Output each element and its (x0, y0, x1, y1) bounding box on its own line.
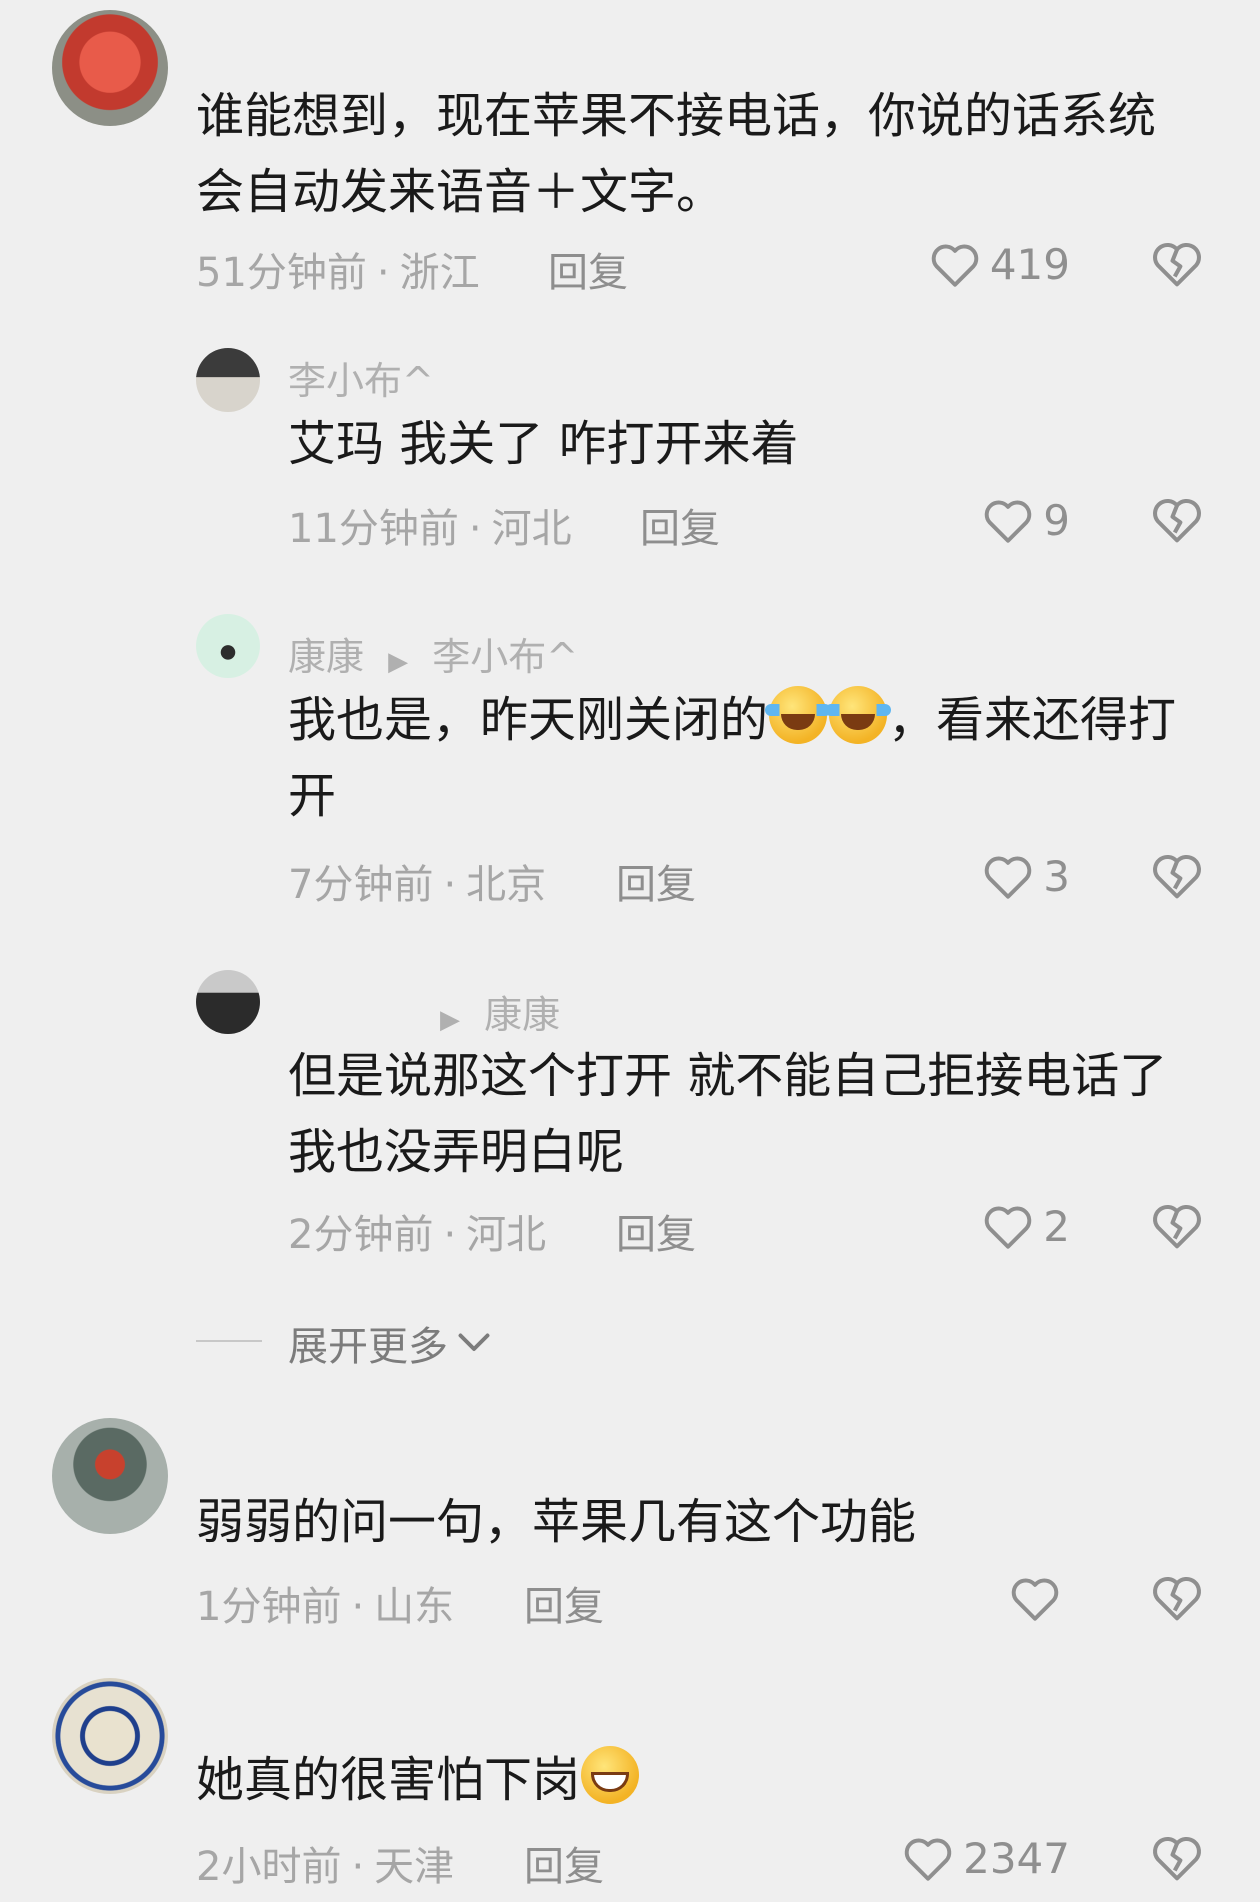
avatar[interactable] (52, 1418, 168, 1534)
reply-arrow-icon: ▶ (388, 647, 409, 677)
broken-heart-icon[interactable] (1150, 1832, 1204, 1882)
comment-location: 浙江 (399, 250, 480, 296)
comment-meta: 11分钟前 · 河北 (288, 506, 572, 552)
avatar[interactable] (52, 1678, 168, 1794)
comment-meta: 2小时前 · 天津 (196, 1844, 455, 1890)
heart-outline-icon (904, 1838, 952, 1881)
comment-text: 我也是，昨天刚关闭的 ，看来还得打开 (288, 682, 1200, 834)
comment-location: 天津 (374, 1844, 455, 1890)
broken-heart-icon[interactable] (1150, 1200, 1204, 1250)
reply-button[interactable]: 回复 (524, 1834, 604, 1892)
reply-arrow-icon: ▶ (440, 1005, 460, 1035)
comment-location: 北京 (466, 862, 547, 908)
comment-time: 11分钟前 (288, 506, 459, 552)
expand-more-label: 展开更多 (288, 1324, 448, 1370)
comment-location: 河北 (491, 506, 572, 552)
broken-heart-icon[interactable] (1150, 1572, 1204, 1622)
heart-outline-icon (1011, 1578, 1059, 1621)
reply-to-username: 康康 (484, 993, 561, 1037)
comment-location: 河北 (466, 1212, 547, 1258)
reply-button[interactable]: 回复 (616, 852, 696, 910)
reply-username: 康康 (288, 635, 365, 679)
comment-text: 谁能想到，现在苹果不接电话，你说的话系统会自动发来语音＋文字。 (196, 88, 1157, 220)
comment-meta: 7分钟前 · 北京 (288, 862, 547, 908)
reply-button[interactable]: 回复 (524, 1574, 604, 1632)
divider (196, 1340, 262, 1342)
broken-heart-icon[interactable] (1150, 238, 1204, 288)
comment-text: 但是说那这个打开 就不能自己拒接电话了 我也没弄明白呢 (288, 1048, 1168, 1180)
comment-text: 她真的很害怕下岗 (196, 1742, 1200, 1818)
broken-heart-icon[interactable] (1150, 850, 1204, 900)
like-button[interactable]: 419 (928, 236, 1070, 292)
comment-text-part: 我也是，昨天刚关闭的 (288, 692, 769, 748)
comment-meta: 51分钟前 · 浙江 (196, 250, 480, 296)
username[interactable]: 康康 ▶ 李小布^ (288, 626, 578, 681)
avatar[interactable] (52, 10, 168, 126)
broken-heart-icon[interactable] (1150, 494, 1204, 544)
comment-location: 山东 (374, 1584, 455, 1630)
comment-text: 弱弱的问一句，苹果几有这个功能 (196, 1494, 917, 1550)
comment-time: 7分钟前 (288, 862, 434, 908)
grinning-emoji (581, 1746, 640, 1804)
comment-time: 51分钟前 (196, 250, 367, 296)
like-count: 2347 (963, 1833, 1070, 1883)
reply-to-username: 李小布^ (432, 635, 579, 679)
heart-outline-icon (985, 1206, 1032, 1249)
chevron-down-icon (458, 1333, 490, 1351)
tears-of-joy-emoji (825, 686, 892, 744)
reply-button[interactable]: 回复 (616, 1202, 696, 1260)
heart-outline-icon (931, 244, 979, 287)
comment-text-part: 她真的很害怕下岗 (196, 1752, 581, 1808)
avatar[interactable] (196, 970, 260, 1034)
like-button[interactable]: 2347 (901, 1830, 1070, 1886)
comment-time: 2分钟前 (288, 1212, 434, 1258)
like-count: 2 (1043, 1201, 1070, 1251)
tears-of-joy-emoji (765, 686, 832, 744)
comment-text: 艾玛 我关了 咋打开来着 (288, 416, 799, 472)
like-count: 9 (1043, 495, 1070, 545)
like-button[interactable]: 9 (981, 492, 1070, 548)
reply-button[interactable]: 回复 (548, 240, 628, 298)
heart-outline-icon (985, 856, 1032, 899)
username[interactable]: ▶ 康康 (440, 984, 560, 1039)
comment-meta: 2分钟前 · 河北 (288, 1212, 547, 1258)
comment-meta: 1分钟前 · 山东 (196, 1584, 455, 1630)
username[interactable]: 李小布^ (288, 350, 434, 405)
reply-button[interactable]: 回复 (640, 496, 720, 554)
like-count: 3 (1043, 851, 1070, 901)
expand-more-button[interactable]: 展开更多 (288, 1314, 492, 1372)
like-button[interactable]: 3 (981, 848, 1070, 904)
comment-time: 1分钟前 (196, 1584, 342, 1630)
avatar[interactable] (196, 614, 260, 678)
comment-time: 2小时前 (196, 1844, 342, 1890)
avatar[interactable] (196, 348, 260, 412)
heart-outline-icon (985, 500, 1032, 543)
like-button[interactable]: 2 (981, 1198, 1070, 1254)
like-count: 419 (989, 239, 1070, 289)
like-button[interactable] (1008, 1570, 1070, 1626)
